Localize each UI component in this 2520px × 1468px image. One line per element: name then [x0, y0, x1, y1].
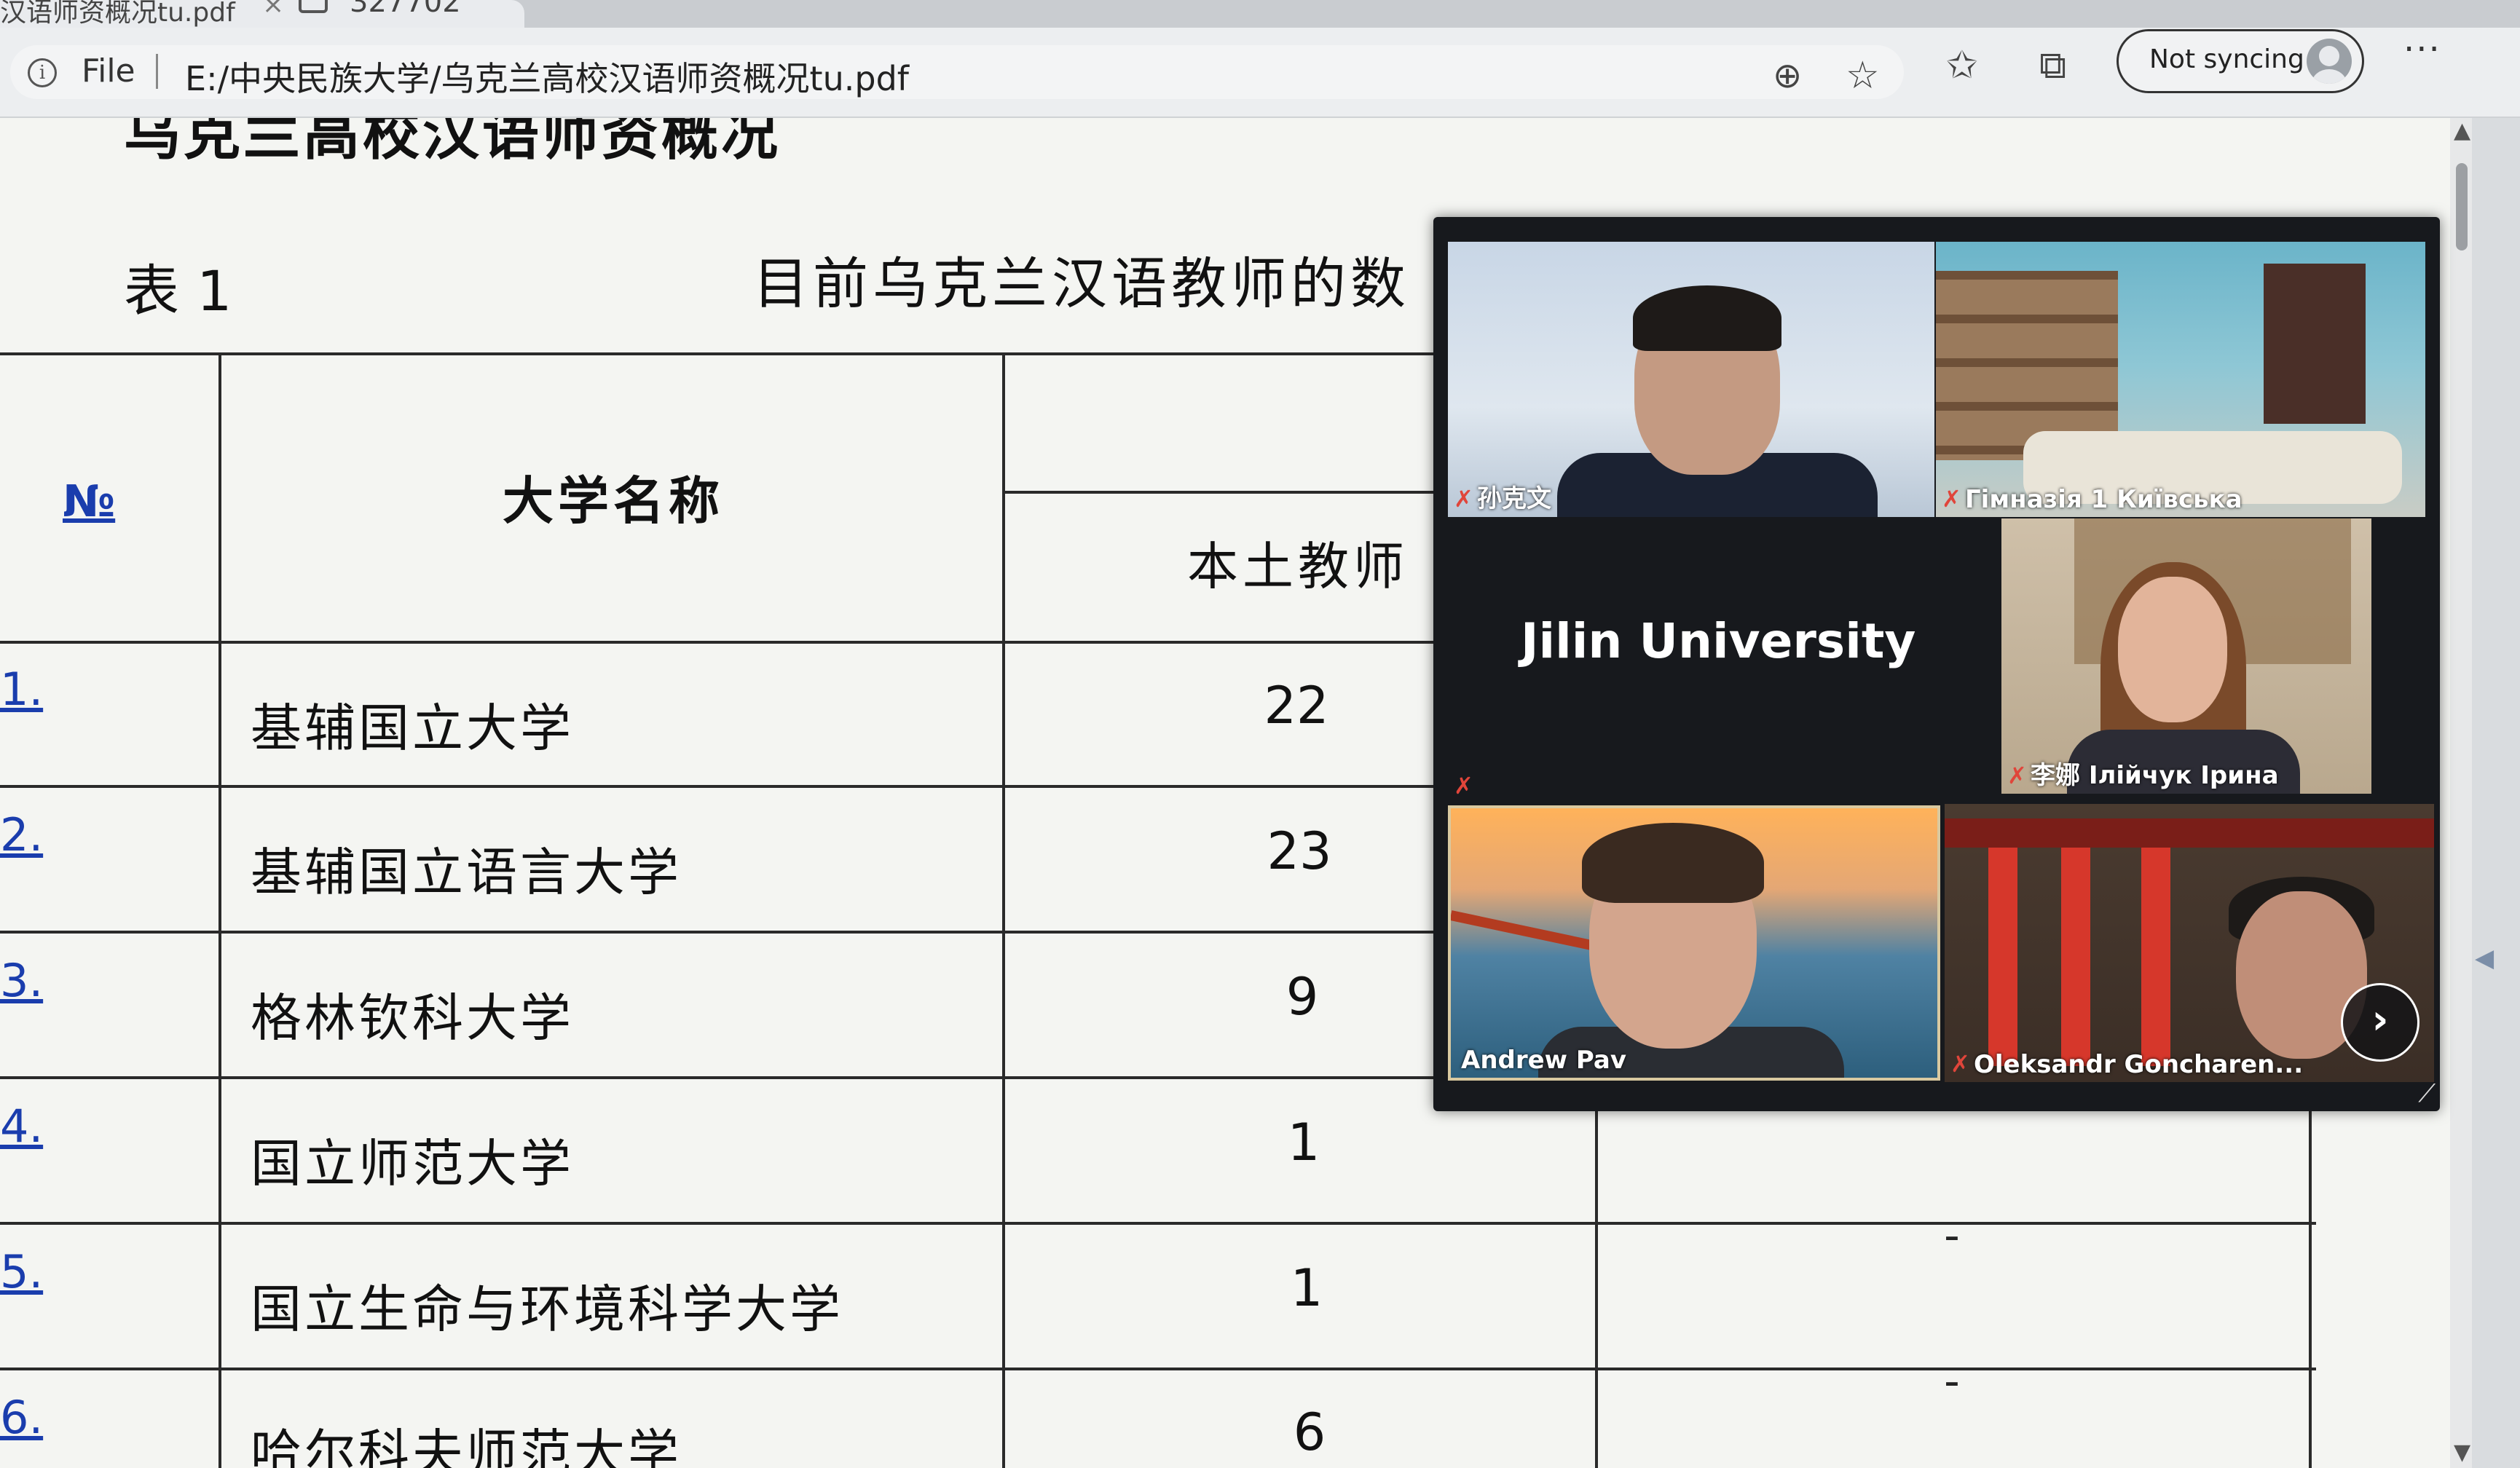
- row-number[interactable]: 3.: [0, 954, 43, 1007]
- participant-video: [2141, 848, 2170, 1066]
- info-icon[interactable]: i: [28, 58, 57, 87]
- row-university: 国立生命与环境科学大学: [251, 1279, 843, 1339]
- participant-video: [2061, 848, 2090, 1066]
- row-local-count: 1: [1287, 1113, 1320, 1172]
- participant-video: [2264, 264, 2366, 424]
- resize-handle-icon[interactable]: ⟋: [2418, 1079, 2436, 1108]
- mic-off-icon: ✗: [2007, 762, 2027, 789]
- participant-tile[interactable]: Jilin University ✗: [1448, 518, 1934, 804]
- participant-name-card: Jilin University: [1521, 613, 1916, 669]
- mic-off-icon: ✗: [1950, 1050, 1970, 1078]
- participant-video: [1633, 285, 1781, 351]
- row-number[interactable]: 2.: [0, 808, 43, 861]
- mic-off-icon: ✗: [1454, 772, 1473, 800]
- video-meeting-window[interactable]: ✗ 孙克文 ✗ Гімназія 1 Київська Jilin Univer…: [1433, 217, 2440, 1111]
- row-number[interactable]: 1.: [0, 663, 43, 716]
- address-separator: [156, 54, 158, 89]
- participant-name: 李娜 Ілійчук Ірина: [2031, 761, 2279, 790]
- participant-video: [1988, 848, 2017, 1066]
- collections-icon[interactable]: ⧉: [2039, 44, 2066, 88]
- side-collapse-icon[interactable]: ◀: [2475, 944, 2494, 973]
- participant-name: 孙克文: [1477, 484, 1551, 513]
- row-number[interactable]: 4.: [0, 1100, 43, 1153]
- browser-toolbar: i File E:/中央民族大学/乌克兰高校汉语师资概况tu.pdf ⊕ ☆ ✩…: [0, 28, 2520, 118]
- row-local-count: 22: [1264, 676, 1329, 735]
- header-university-name: 大学名称: [503, 471, 724, 531]
- scroll-thumb[interactable]: [2456, 163, 2468, 250]
- tab-strip: 汉语师资概况tu.pdf × 327702: [0, 0, 2520, 28]
- participant-name: Oleksandr Goncharen...: [1974, 1050, 2304, 1079]
- participant-video: [1582, 823, 1764, 903]
- row-number[interactable]: 6.: [0, 1391, 43, 1444]
- address-bar[interactable]: i File E:/中央民族大学/乌克兰高校汉语师资概况tu.pdf ⊕ ☆: [10, 45, 1904, 99]
- header-no[interactable]: №: [63, 476, 115, 527]
- zoom-in-icon[interactable]: ⊕: [1773, 55, 1802, 96]
- row-university: 哈尔科夫师范大学: [251, 1424, 682, 1468]
- avatar: [2307, 39, 2352, 84]
- tab-close-icon[interactable]: ×: [262, 0, 284, 20]
- sync-label: Not syncing: [2149, 44, 2304, 74]
- add-favorite-icon[interactable]: ☆: [1846, 54, 1880, 98]
- participant-video: [2118, 577, 2227, 722]
- row-university: 基辅国立大学: [251, 698, 574, 758]
- scroll-up-icon[interactable]: ▲: [2454, 118, 2470, 143]
- participant-name: Гімназія 1 Київська: [1965, 485, 2243, 514]
- next-page-button[interactable]: ›: [2341, 983, 2419, 1062]
- header-local-teachers: 本土教师: [1187, 537, 1409, 596]
- url-text[interactable]: E:/中央民族大学/乌克兰高校汉语师资概况tu.pdf: [185, 52, 909, 100]
- tab-second-title[interactable]: 327702: [350, 0, 461, 19]
- participant-tile-active-speaker[interactable]: Andrew Pav: [1448, 805, 1940, 1081]
- row-foreign-count: -: [1944, 1210, 1960, 1261]
- participant-video: [1945, 818, 2434, 848]
- favorites-icon[interactable]: ✩: [1946, 44, 1978, 87]
- participant-tile[interactable]: ✗ 李娜 Ілійчук Ірина: [2001, 518, 2371, 794]
- tab-page-icon: [299, 0, 328, 13]
- row-local-count: 23: [1267, 821, 1332, 881]
- more-options-icon[interactable]: ···: [2403, 29, 2441, 70]
- tab-title: 汉语师资概况tu.pdf: [0, 0, 235, 28]
- sync-profile-button[interactable]: Not syncing: [2117, 29, 2364, 93]
- scroll-down-icon[interactable]: ▼: [2454, 1440, 2470, 1465]
- mic-off-icon: ✗: [1454, 485, 1473, 513]
- row-university: 格林钦科大学: [251, 988, 574, 1048]
- vertical-scrollbar[interactable]: ▲ ▼: [2450, 118, 2472, 1468]
- tab-pdf[interactable]: 汉语师资概况tu.pdf × 327702: [0, 0, 524, 28]
- participant-tile[interactable]: ✗ Гімназія 1 Київська: [1936, 242, 2425, 517]
- row-university: 基辅国立语言大学: [251, 842, 682, 902]
- mic-off-icon: ✗: [1942, 485, 1961, 513]
- row-local-count: 9: [1285, 967, 1319, 1027]
- row-local-count: 6: [1293, 1402, 1326, 1462]
- row-local-count: 1: [1290, 1258, 1323, 1318]
- row-foreign-count: -: [1944, 1356, 1960, 1407]
- participant-tile[interactable]: ✗ 孙克文: [1448, 242, 1934, 517]
- row-number[interactable]: 5.: [0, 1245, 43, 1298]
- scheme-label: File: [82, 52, 135, 90]
- row-university: 国立师范大学: [251, 1134, 574, 1193]
- participant-name: Andrew Pav: [1461, 1046, 1627, 1075]
